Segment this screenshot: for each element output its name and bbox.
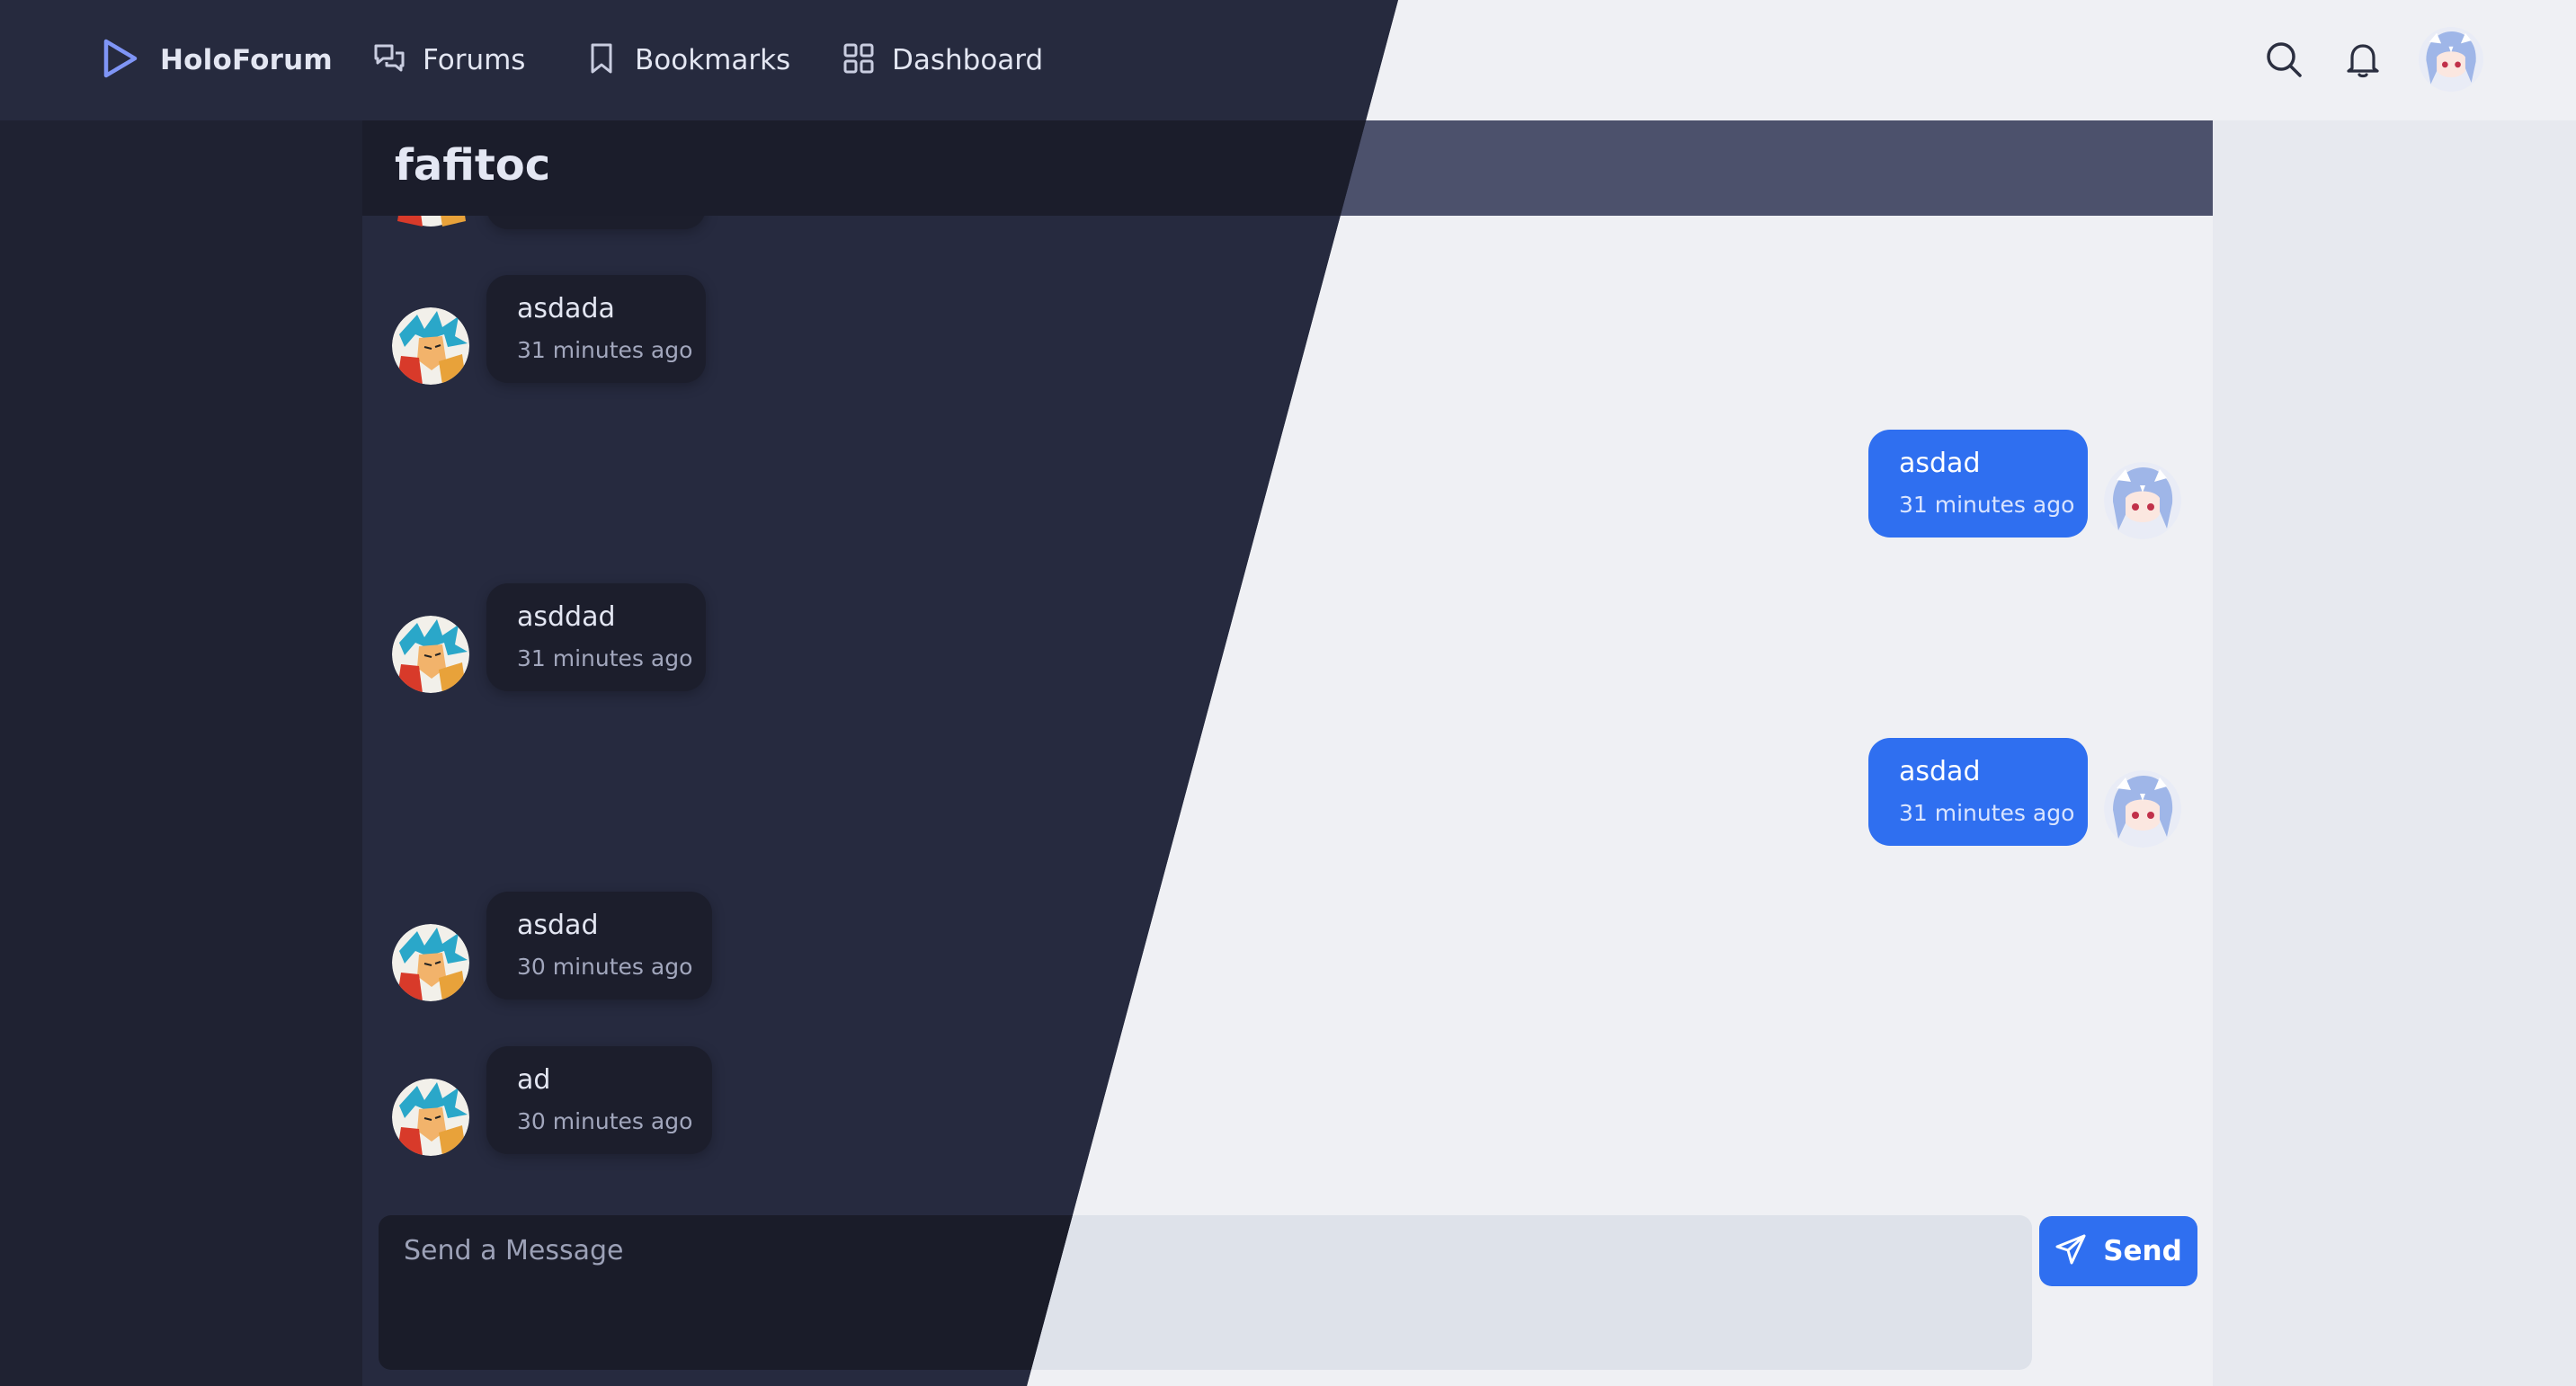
- message-time: 31 minutes ago: [1899, 492, 2075, 518]
- nav-label: Forums: [423, 44, 526, 76]
- nav-item-dashboard[interactable]: Dashboard: [842, 34, 1043, 86]
- message-bubble: asdad 31 minutes ago: [1868, 430, 2088, 538]
- send-icon: [2055, 1233, 2087, 1269]
- search-button[interactable]: [2259, 36, 2309, 86]
- user-avatar[interactable]: [2419, 27, 2483, 92]
- message-text: asdad: [1899, 448, 1981, 479]
- chat-avatar[interactable]: [2104, 462, 2181, 539]
- message-bubble: ad 30 minutes ago: [486, 1046, 712, 1154]
- bell-icon: [2343, 40, 2383, 83]
- message-text: asdad: [517, 910, 599, 941]
- chat-avatar[interactable]: [392, 616, 469, 693]
- bookmark-icon: [584, 41, 619, 79]
- message-bubble: asdad 30 minutes ago: [486, 892, 712, 1000]
- nav-label: Dashboard: [892, 44, 1044, 76]
- chat-avatar[interactable]: [392, 1079, 469, 1156]
- message-text: asdad: [1899, 756, 1981, 787]
- brand-name: HoloForum: [160, 44, 333, 76]
- message-text: asdada: [517, 293, 615, 324]
- search-icon: [2264, 40, 2304, 83]
- send-button[interactable]: Send: [2039, 1216, 2197, 1286]
- message-time: 31 minutes ago: [517, 645, 693, 671]
- message-time: 30 minutes ago: [517, 1108, 693, 1134]
- brand[interactable]: HoloForum: [97, 34, 333, 86]
- grid-icon: [842, 41, 876, 79]
- message-time: 30 minutes ago: [517, 954, 693, 980]
- message-bubble: asdada 31 minutes ago: [486, 275, 706, 383]
- chat-title: fafitoc: [395, 140, 551, 191]
- message-time: 31 minutes ago: [517, 337, 693, 363]
- chat-bubbles-icon: [372, 41, 406, 79]
- message-time: 31 minutes ago: [1899, 800, 2075, 826]
- chat-avatar[interactable]: [2104, 770, 2181, 848]
- message-input-placeholder: Send a Message: [404, 1235, 624, 1266]
- nav-item-forums[interactable]: Forums: [372, 34, 525, 86]
- notifications-button[interactable]: [2338, 36, 2388, 86]
- message-bubble: asddad 31 minutes ago: [486, 583, 706, 691]
- send-label: Send: [2103, 1235, 2182, 1267]
- play-logo-icon: [97, 37, 140, 84]
- nav-item-bookmarks[interactable]: Bookmarks: [584, 34, 790, 86]
- chat-avatar[interactable]: [392, 924, 469, 1001]
- message-bubble: asdad 31 minutes ago: [1868, 738, 2088, 846]
- message-text: asddad: [517, 601, 616, 633]
- chat-avatar[interactable]: [392, 307, 469, 385]
- message-text: ad: [517, 1064, 551, 1096]
- nav-label: Bookmarks: [635, 44, 791, 76]
